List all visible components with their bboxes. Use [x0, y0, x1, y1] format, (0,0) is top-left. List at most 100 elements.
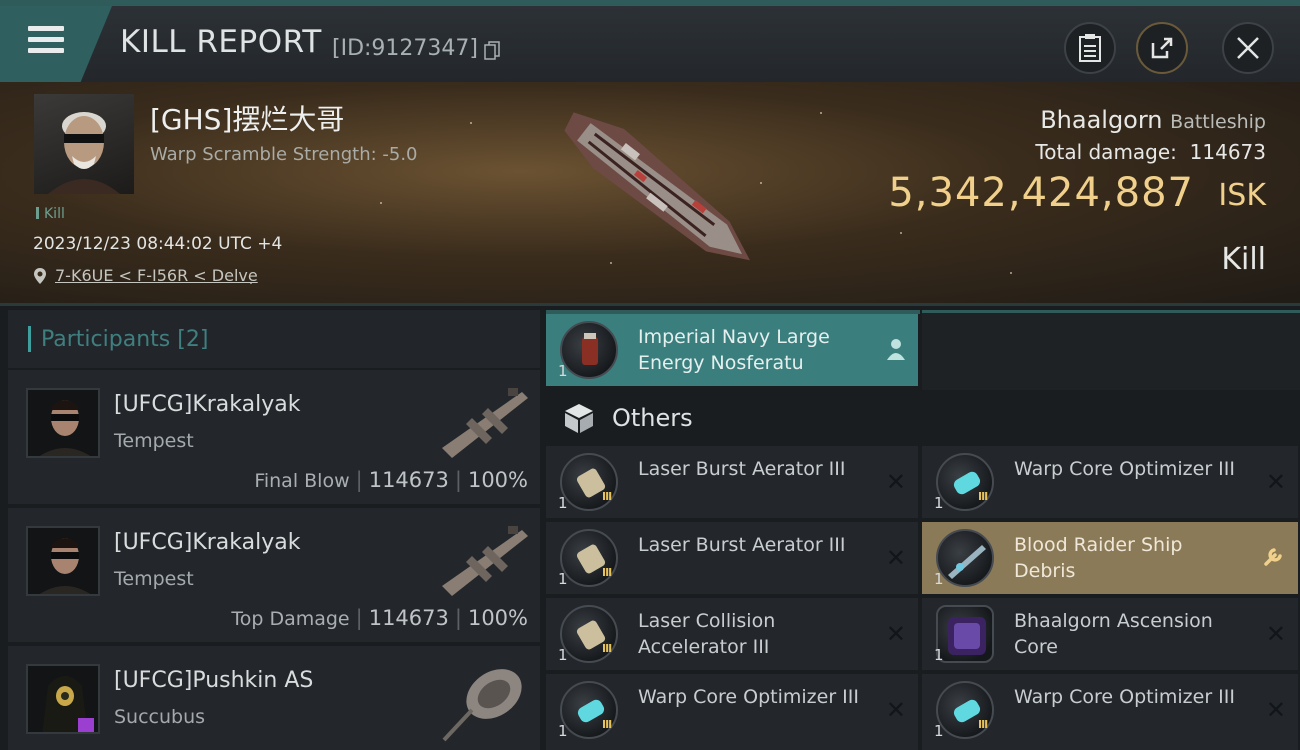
cube-icon — [565, 404, 593, 433]
participants-count: [2] — [177, 326, 209, 352]
participant-ship: Tempest — [114, 568, 194, 590]
kill-tag: Kill — [36, 206, 65, 222]
copy-icon[interactable] — [484, 41, 500, 61]
item-tile[interactable]: III 1 Warp Core Optimizer III ✕ — [922, 674, 1298, 750]
share-button[interactable] — [1136, 22, 1188, 74]
item-tier: III — [602, 718, 612, 731]
participant-name[interactable]: [UFCG]Pushkin AS — [114, 668, 313, 693]
participant-avatar — [26, 664, 100, 734]
isk-value: 5,342,424,887 — [888, 170, 1194, 216]
item-tile[interactable]: III 1 Laser Burst Aerator III ✕ — [546, 522, 918, 594]
item-icon — [936, 605, 994, 663]
participant-percent: 100% — [467, 606, 528, 630]
item-tile[interactable]: III 1 Warp Core Optimizer III ✕ — [922, 446, 1298, 518]
item-name: Bhaalgorn Ascension Core — [1014, 610, 1213, 658]
item-quantity: 1 — [558, 494, 568, 512]
report-id: [ID:9127347] — [332, 36, 478, 61]
participant-avatar — [26, 388, 100, 458]
close-button[interactable] — [1222, 22, 1274, 74]
participant-ship: Tempest — [114, 430, 194, 452]
item-tile[interactable]: 1 Bhaalgorn Ascension Core ✕ — [922, 598, 1298, 670]
item-quantity: 1 — [934, 646, 944, 664]
item-tile[interactable]: III 1 Laser Burst Aerator III ✕ — [546, 446, 918, 518]
item-tier: III — [602, 490, 612, 503]
victim-portrait[interactable] — [34, 94, 134, 194]
participant-avatar — [26, 526, 100, 596]
item-tier: III — [602, 566, 612, 579]
participant-role: Final Blow — [254, 470, 350, 492]
participant-damage: 114673 — [368, 606, 449, 630]
person-icon — [887, 339, 905, 360]
clipboard-icon — [1079, 34, 1101, 62]
item-featured[interactable]: 1 Imperial Navy Large Energy Nosferatu — [546, 314, 918, 386]
participant-ship-image[interactable] — [432, 378, 536, 468]
share-icon — [1151, 37, 1173, 59]
item-quantity: 1 — [558, 722, 568, 740]
participant-name[interactable]: [UFCG]Krakalyak — [114, 392, 300, 417]
item-name: Imperial Navy Large Energy Nosferatu — [638, 326, 830, 374]
others-header: Others — [546, 392, 918, 444]
kill-location[interactable]: 7-K6UE < F-I56R < Delve — [33, 266, 258, 285]
item-name: Laser Collision Accelerator III — [638, 610, 776, 658]
item-tier: III — [602, 642, 612, 655]
participant-stats: Final Blow | 114673 | 100% — [254, 468, 528, 492]
ship-name[interactable]: Bhaalgorn — [1040, 106, 1162, 134]
item-quantity: 1 — [558, 646, 568, 664]
victim-pilot-name[interactable]: [GHS]摆烂大哥 — [150, 98, 344, 138]
item-name: Warp Core Optimizer III — [1014, 458, 1235, 480]
item-quantity: 1 — [934, 494, 944, 512]
victim-ship-image[interactable] — [530, 100, 780, 290]
participant-stats: Top Damage | 114673 | 100% — [231, 606, 528, 630]
participants-panel: Participants [2] [UFCG]Krakalyak Tempest… — [8, 310, 540, 750]
hamburger-icon — [28, 26, 64, 56]
header-bar: KILL REPORT [ID:9127347] — [0, 0, 1300, 82]
total-damage: Total damage: 114673 — [1035, 140, 1266, 164]
destroyed-icon: ✕ — [1265, 468, 1286, 496]
participant-role: Top Damage — [231, 608, 350, 630]
item-icon — [936, 529, 994, 587]
participant-damage: 114673 — [368, 468, 449, 492]
destroyed-icon: ✕ — [1265, 696, 1286, 724]
item-quantity: 1 — [558, 570, 568, 588]
total-damage-value: 114673 — [1189, 140, 1266, 164]
item-quantity: 1 — [934, 570, 944, 588]
menu-button[interactable] — [0, 6, 112, 82]
participant-row[interactable]: [UFCG]Krakalyak Tempest Top Damage | 11467… — [8, 508, 540, 642]
item-quantity: 1 — [934, 722, 944, 740]
participants-title: Participants — [41, 326, 171, 352]
participant-row[interactable]: [UFCG]Krakalyak Tempest Final Blow | 11467… — [8, 370, 540, 504]
item-tier: III — [978, 718, 988, 731]
participant-ship-image[interactable] — [432, 516, 536, 606]
item-name: Laser Burst Aerator III — [638, 458, 846, 480]
destroyed-icon: ✕ — [885, 696, 906, 724]
participant-name[interactable]: [UFCG]Krakalyak — [114, 530, 300, 555]
close-icon — [1237, 37, 1259, 59]
participant-row[interactable]: [UFCG]Pushkin AS Succubus — [8, 646, 540, 750]
participant-ship: Succubus — [114, 706, 206, 728]
page-title: KILL REPORT — [120, 24, 322, 60]
item-name: Laser Burst Aerator III — [638, 534, 846, 556]
location-link[interactable]: 7-K6UE < F-I56R < Delve — [55, 266, 258, 285]
item-quantity: 1 — [558, 362, 568, 380]
participant-ship-image[interactable] — [432, 654, 536, 744]
item-tile[interactable]: III 1 Laser Collision Accelerator III ✕ — [546, 598, 918, 670]
others-label: Others — [612, 404, 693, 432]
kill-datetime: 2023/12/23 08:44:02 UTC +4 — [33, 234, 283, 254]
destroyed-icon: ✕ — [885, 544, 906, 572]
item-tile[interactable]: III 1 Warp Core Optimizer III ✕ — [546, 674, 918, 750]
kill-status: Kill — [1221, 242, 1266, 277]
item-name: Blood Raider Ship Debris — [1014, 534, 1183, 582]
location-pin-icon — [34, 267, 46, 284]
wrench-icon — [1264, 548, 1282, 566]
item-name: Warp Core Optimizer III — [638, 686, 859, 708]
participants-header: Participants [2] — [8, 310, 540, 368]
item-tile[interactable]: 1 Blood Raider Ship Debris — [922, 522, 1298, 594]
warp-scramble-strength: Warp Scramble Strength: -5.0 — [150, 144, 418, 165]
kill-summary-panel: [GHS]摆烂大哥 Warp Scramble Strength: -5.0 K… — [0, 82, 1300, 306]
victim-ship: Bhaalgorn Battleship — [1040, 106, 1266, 134]
participant-percent: 100% — [467, 468, 528, 492]
clipboard-button[interactable] — [1064, 22, 1116, 74]
destroyed-icon: ✕ — [1265, 620, 1286, 648]
item-tier: III — [978, 490, 988, 503]
ship-class: Battleship — [1170, 111, 1266, 133]
